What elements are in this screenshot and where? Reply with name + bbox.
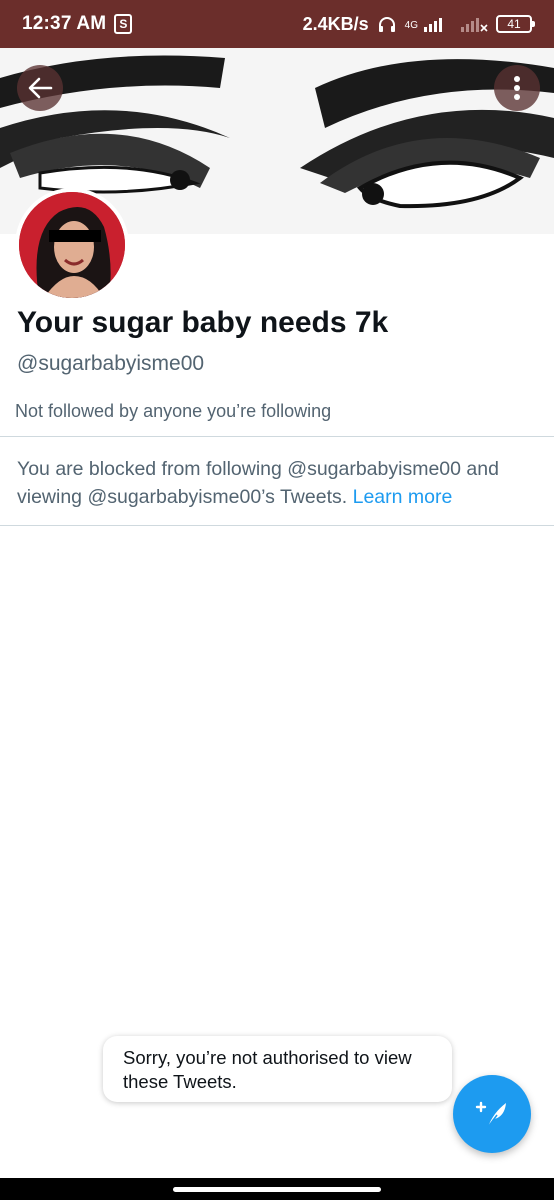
network-speed: 2.4KB/s [302, 13, 369, 34]
network-type-label: 4G [404, 19, 418, 31]
profile-avatar[interactable] [15, 188, 129, 302]
signal-no-service-icon [461, 18, 488, 32]
arrow-left-icon [28, 77, 53, 99]
headphones-icon [378, 17, 395, 32]
vertical-dots-icon [514, 76, 520, 100]
avatar-photo [19, 192, 125, 298]
blocked-notice: You are blocked from following @sugarbab… [17, 455, 542, 511]
error-toast: Sorry, you’re not authorised to view the… [103, 1036, 452, 1102]
system-navigation-bar [0, 1178, 554, 1200]
compose-tweet-icon [475, 1101, 506, 1128]
followers-you-know-note: Not followed by anyone you’re following [15, 401, 332, 421]
signal-strength-icon [424, 18, 442, 32]
profile-display-name: Your sugar baby needs 7k [17, 306, 389, 339]
divider [0, 436, 554, 437]
profile-handle: @sugarbabyisme00 [17, 352, 205, 375]
toast-message: Sorry, you’re not authorised to view the… [123, 1047, 412, 1092]
more-options-button[interactable] [494, 65, 540, 111]
status-indicators: 2.4KB/s 4G 41 [302, 13, 535, 35]
status-time: 12:37 AM [22, 13, 107, 34]
compose-tweet-button[interactable] [453, 1075, 531, 1153]
battery-icon: 41 [496, 15, 535, 33]
shop-notification-icon: S [114, 14, 133, 34]
divider [0, 525, 554, 526]
back-button[interactable] [17, 65, 63, 111]
learn-more-link[interactable]: Learn more [353, 486, 453, 508]
status-bar: 12:37 AM S 2.4KB/s 4G 41 [0, 0, 554, 48]
home-indicator[interactable] [173, 1187, 381, 1192]
